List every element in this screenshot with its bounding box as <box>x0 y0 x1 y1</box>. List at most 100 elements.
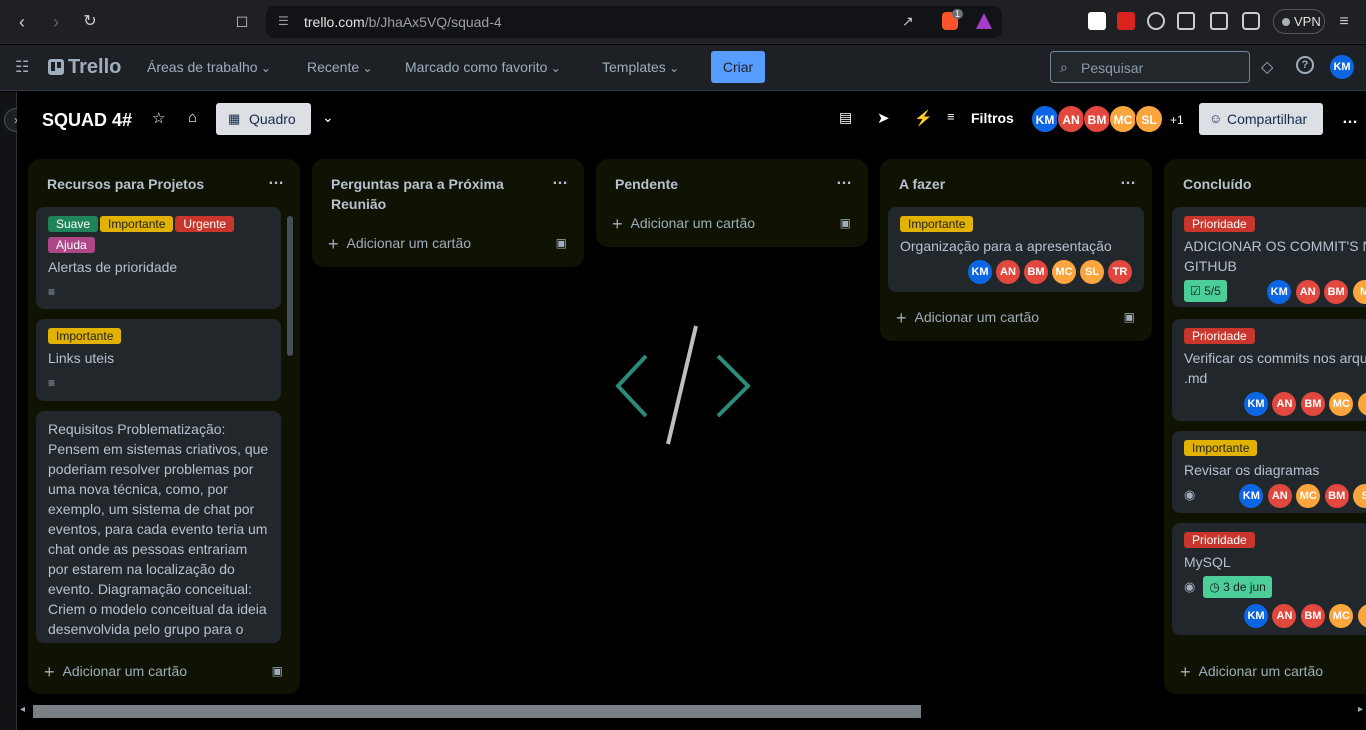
back-icon[interactable]: ‹ <box>10 10 34 34</box>
member-avatar[interactable]: TR <box>1108 260 1132 284</box>
brave-rewards-icon[interactable] <box>976 13 992 29</box>
list-title[interactable]: Pendente <box>596 159 868 194</box>
board-member-avatar[interactable]: BM <box>1083 105 1111 133</box>
member-avatar[interactable]: BM <box>1300 392 1325 416</box>
card-template-icon[interactable]: ▣ <box>272 664 283 678</box>
board-members[interactable]: KM AN BM MC SL <box>1031 105 1163 133</box>
board-member-avatar[interactable]: AN <box>1057 105 1085 133</box>
member-avatar[interactable]: AN <box>1272 604 1297 628</box>
board-member-avatar[interactable]: SL <box>1135 105 1163 133</box>
help-icon[interactable]: ? <box>1296 56 1314 74</box>
list-title[interactable]: Perguntas para a Próxima Reunião <box>312 159 584 214</box>
list-title[interactable]: A fazer <box>880 159 1152 194</box>
list-title[interactable]: Recursos para Projetos <box>28 159 300 194</box>
member-avatar[interactable]: AN <box>1267 484 1292 508</box>
vpn-button[interactable]: VPN <box>1273 9 1325 34</box>
list-menu-icon[interactable]: … <box>268 171 284 189</box>
scroll-right-icon[interactable]: ▸ <box>1358 704 1363 715</box>
board-menu-button[interactable]: … <box>1334 103 1366 135</box>
scroll-left-icon[interactable]: ◂ <box>20 704 25 715</box>
list-menu-icon[interactable]: … <box>552 171 568 189</box>
forward-icon[interactable]: › <box>44 10 68 34</box>
member-avatar[interactable]: M <box>1352 280 1366 304</box>
app-switcher-icon[interactable]: ☷ <box>15 57 29 77</box>
member-avatar[interactable]: KM <box>1244 604 1268 628</box>
member-avatar[interactable]: MC <box>1052 260 1076 284</box>
member-avatar[interactable]: MC <box>1296 484 1321 508</box>
user-avatar[interactable]: KM <box>1330 55 1354 79</box>
notifications-icon[interactable]: ◇ <box>1261 57 1273 77</box>
add-card-button[interactable]: + Adicionar um cartão <box>612 214 755 235</box>
member-avatar[interactable]: AN <box>1272 392 1297 416</box>
star-icon[interactable]: ☆ <box>152 109 165 127</box>
add-card-button[interactable]: + Adicionar um cartão <box>896 308 1039 329</box>
nav-workspaces[interactable]: Áreas de trabalho <box>147 59 271 75</box>
card-mysql[interactable]: Prioridade MySQL ◉ ◷ 3 de jun KM AN BM MC… <box>1172 523 1366 635</box>
notion-extension-icon[interactable] <box>1088 12 1106 30</box>
site-info-icon[interactable]: ☰ <box>278 14 289 28</box>
sidebar-toggle-icon[interactable] <box>1210 12 1228 30</box>
chevron-down-icon[interactable]: ⌄ <box>322 109 334 126</box>
member-avatar[interactable]: BM <box>1324 280 1349 304</box>
card-commits-github[interactable]: Prioridade ADICIONAR OS COMMIT'S NO GITH… <box>1172 207 1366 307</box>
list-menu-icon[interactable]: … <box>1120 171 1136 189</box>
search-input[interactable]: ⌕ Pesquisar <box>1050 51 1250 83</box>
member-avatar[interactable]: MC <box>1329 392 1354 416</box>
card-organizacao[interactable]: Importante Organização para a apresentaç… <box>888 207 1144 292</box>
list-title[interactable]: Concluído <box>1164 159 1366 194</box>
member-avatar[interactable]: SL <box>1080 260 1104 284</box>
card-alertas[interactable]: Suave Importante Urgente Ajuda Alertas de p… <box>36 207 281 309</box>
card-template-icon[interactable]: ▣ <box>840 216 851 230</box>
share-button[interactable]: ☺ Compartilhar <box>1199 103 1323 135</box>
board-member-avatar[interactable]: MC <box>1109 105 1137 133</box>
scrollbar-thumb[interactable] <box>33 705 921 718</box>
pdf-extension-icon[interactable] <box>1117 12 1135 30</box>
nav-recent[interactable]: Recente <box>307 59 373 75</box>
bookmark-icon[interactable]: ☐ <box>230 10 254 34</box>
card-requisitos[interactable]: Requisitos Problematização: Pensem em si… <box>36 411 281 643</box>
list-menu-icon[interactable]: … <box>836 171 852 189</box>
wallet-icon[interactable] <box>1242 12 1260 30</box>
card-commits-md[interactable]: Prioridade Verificar os commits nos arqu… <box>1172 319 1366 421</box>
member-avatar[interactable]: S <box>1353 484 1366 508</box>
member-avatar[interactable]: S <box>1357 392 1366 416</box>
board-member-avatar[interactable]: KM <box>1031 105 1059 133</box>
member-avatar[interactable]: KM <box>1267 280 1292 304</box>
member-avatar[interactable]: AN <box>996 260 1020 284</box>
add-card-button[interactable]: + Adicionar um cartão <box>44 662 187 683</box>
card-template-icon[interactable]: ▣ <box>556 236 567 250</box>
member-avatar[interactable]: BM <box>1324 484 1349 508</box>
member-avatar[interactable]: MC <box>1329 604 1354 628</box>
filter-icon[interactable]: ≡ <box>947 109 955 124</box>
compass-extension-icon[interactable] <box>1147 12 1165 30</box>
extensions-icon[interactable] <box>1177 12 1195 30</box>
member-avatar[interactable]: S <box>1357 604 1366 628</box>
member-avatar[interactable]: KM <box>1244 392 1268 416</box>
list-scrollbar[interactable] <box>287 208 293 644</box>
visibility-icon[interactable]: ⌂ <box>188 109 197 126</box>
filters-button[interactable]: Filtros <box>971 110 1014 126</box>
member-avatar[interactable]: BM <box>1300 604 1325 628</box>
automation-icon[interactable]: ⚡ <box>914 109 933 127</box>
browser-menu-icon[interactable]: ≡ <box>1332 10 1356 34</box>
share-page-icon[interactable]: ↗ <box>902 13 914 30</box>
address-bar[interactable]: ☰ trello.com/b/JhaAx5VQ/squad-4 ↗ 1 <box>266 6 1002 38</box>
member-avatar[interactable]: BM <box>1024 260 1048 284</box>
board-horizontal-scrollbar[interactable]: ◂ ▸ <box>17 704 1366 720</box>
view-switcher-button[interactable]: Quadro <box>216 103 311 135</box>
nav-starred[interactable]: Marcado como favorito <box>405 59 561 75</box>
reload-icon[interactable]: ↻ <box>78 10 102 34</box>
extra-members-count[interactable]: +1 <box>1170 113 1184 127</box>
nav-templates[interactable]: Templates <box>602 59 679 75</box>
member-avatar[interactable]: KM <box>1239 484 1264 508</box>
member-avatar[interactable]: AN <box>1295 280 1320 304</box>
create-button[interactable]: Criar <box>711 51 765 83</box>
card-diagramas[interactable]: Importante Revisar os diagramas ◉ KM AN M… <box>1172 431 1366 513</box>
power-ups-icon[interactable]: ➤ <box>877 109 890 127</box>
card-links[interactable]: Importante Links uteis ≡ <box>36 319 281 401</box>
member-avatar[interactable]: KM <box>968 260 992 284</box>
calendar-icon[interactable]: ▤ <box>839 109 852 126</box>
due-date-badge[interactable]: ◷ 3 de jun <box>1203 576 1272 598</box>
add-card-button[interactable]: + Adicionar um cartão <box>1180 662 1323 683</box>
board-title[interactable]: SQUAD 4# <box>42 110 132 131</box>
